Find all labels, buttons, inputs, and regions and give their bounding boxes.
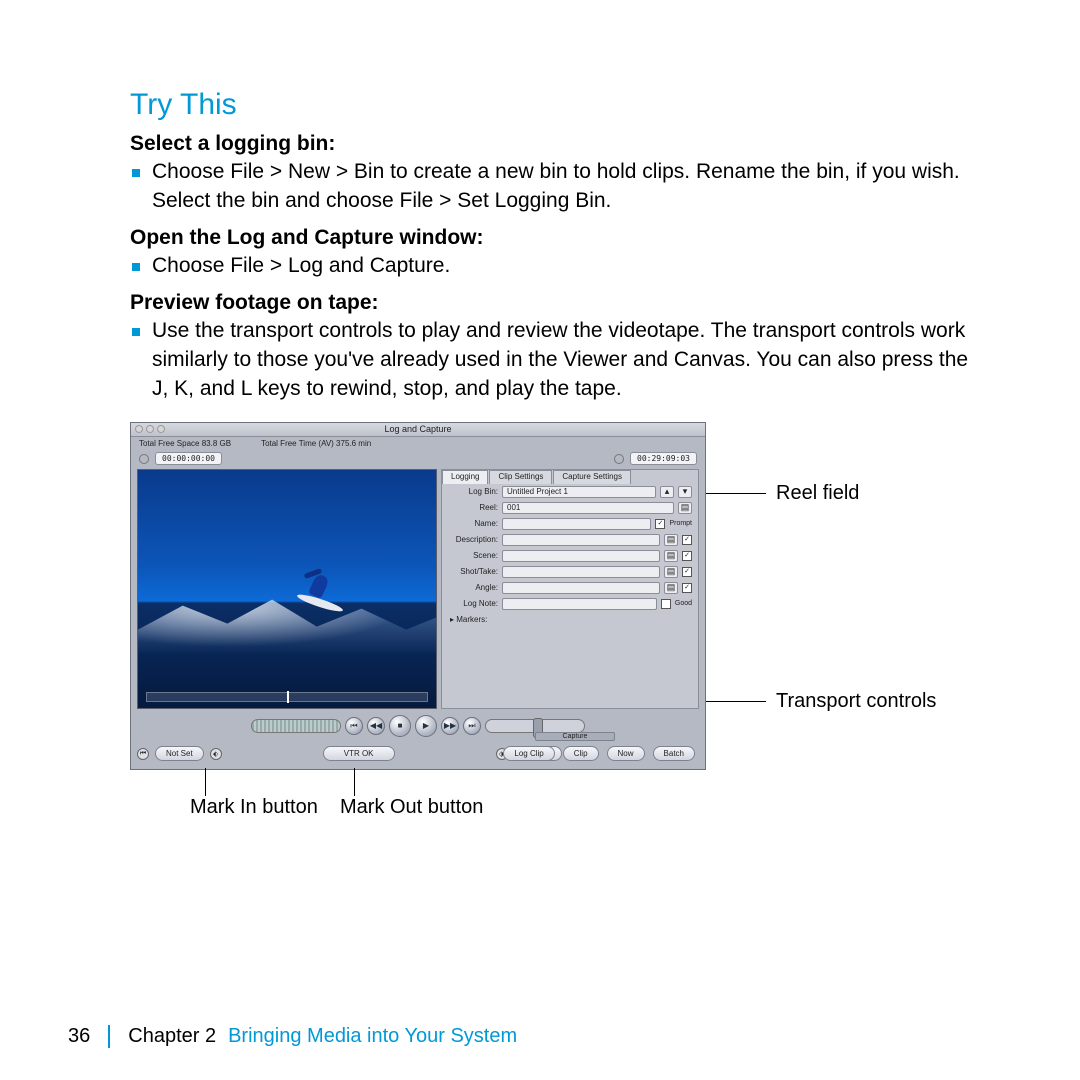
slate-icon[interactable]: ▤ [664,582,678,594]
window-title: Log and Capture [384,424,451,434]
play-button[interactable]: ▶ [415,715,437,737]
leader-mark-out [354,768,355,796]
window-titlebar: Log and Capture [131,423,705,437]
slate-icon[interactable]: ▤ [678,502,692,514]
prompt-checkbox[interactable]: ✓ [655,519,665,529]
angle-label: Angle: [448,583,498,592]
scene-field[interactable] [502,550,660,562]
log-and-capture-window: Log and Capture Total Free Space 83.8 GB… [130,422,706,770]
free-space-label: Total Free Space 83.8 GB [139,439,231,448]
reel-label: Reel: [448,503,498,512]
angle-checkbox[interactable]: ✓ [682,583,692,593]
timecode-out[interactable]: 00:29:09:03 [630,452,697,465]
shottake-label: Shot/Take: [448,567,498,576]
go-end-button[interactable]: ⏭ [463,717,481,735]
scene-checkbox[interactable]: ✓ [682,551,692,561]
callout-mark-in: Mark In button [190,796,318,819]
callout-reel-field: Reel field [706,482,859,505]
name-label: Name: [448,519,498,528]
leader-mark-in [205,768,206,796]
section-1-bullet: Choose File > New > Bin to create a new … [130,158,970,216]
log-and-capture-figure: Log and Capture Total Free Space 83.8 GB… [130,422,970,822]
go-to-in-icon[interactable]: ⏮ [137,748,149,760]
log-clip-button[interactable]: Log Clip [503,746,554,761]
description-label: Description: [448,535,498,544]
section-2-bullet: Choose File > Log and Capture. [130,252,970,281]
chapter-label: Chapter 2 [128,1025,216,1048]
fast-forward-button[interactable]: ▶▶ [441,717,459,735]
in-point-field[interactable]: Not Set [155,746,204,761]
lognote-field[interactable] [502,598,657,610]
tab-logging[interactable]: Logging [442,470,488,484]
logbin-new-icon[interactable]: ▾ [678,486,692,498]
logbin-up-icon[interactable]: ▴ [660,486,674,498]
logging-panel: Logging Clip Settings Capture Settings L… [441,469,699,709]
chapter-title: Bringing Media into Your System [228,1025,517,1048]
page-number: 36 [68,1025,110,1048]
go-start-button[interactable]: ⏮ [345,717,363,735]
shottake-checkbox[interactable]: ✓ [682,567,692,577]
clock-icon [139,454,149,464]
callout-mark-out: Mark Out button [340,796,483,819]
prompt-label: Prompt [669,520,692,527]
good-label: Good [675,600,692,607]
callout-transport-controls: Transport controls [706,690,936,713]
capture-section-label: Capture [535,732,615,741]
free-time-label: Total Free Time (AV) 375.6 min [261,439,371,448]
tab-capture-settings[interactable]: Capture Settings [553,470,631,484]
shottake-field[interactable] [502,566,660,578]
section-2-label: Open the Log and Capture window: [130,226,970,250]
name-field[interactable] [502,518,651,530]
range-bar[interactable] [146,692,428,702]
scene-label: Scene: [448,551,498,560]
window-traffic-lights[interactable] [135,425,165,433]
clock-icon [614,454,624,464]
slate-icon[interactable]: ▤ [664,566,678,578]
logbin-label: Log Bin: [448,487,498,496]
mark-in-button[interactable]: ⬖ [210,748,222,760]
angle-field[interactable] [502,582,660,594]
description-checkbox[interactable]: ✓ [682,535,692,545]
section-1-label: Select a logging bin: [130,132,970,156]
slate-icon[interactable]: ▤ [664,534,678,546]
page-footer: 36 Chapter 2 Bringing Media into Your Sy… [68,1025,517,1048]
try-this-heading: Try This [130,88,970,122]
reel-field[interactable]: 001 [502,502,674,514]
vtr-status: VTR OK [323,746,395,761]
section-3-label: Preview footage on tape: [130,291,970,315]
shuttle-control[interactable] [485,719,585,733]
capture-batch-button[interactable]: Batch [653,746,695,761]
description-field[interactable] [502,534,660,546]
preview-monitor [137,469,437,709]
jog-control[interactable] [251,719,341,733]
slate-icon[interactable]: ▤ [664,550,678,562]
capture-clip-button[interactable]: Clip [563,746,599,761]
tab-clip-settings[interactable]: Clip Settings [489,470,552,484]
logbin-field[interactable]: Untitled Project 1 [502,486,656,498]
capture-now-button[interactable]: Now [607,746,645,761]
lognote-label: Log Note: [448,599,498,608]
stop-button[interactable]: ■ [389,715,411,737]
timecode-in[interactable]: 00:00:00:00 [155,452,222,465]
surfer-graphic [302,565,342,615]
markers-disclosure[interactable]: ▸ Markers: [442,612,698,627]
rewind-button[interactable]: ◀◀ [367,717,385,735]
good-checkbox[interactable] [661,599,671,609]
section-3-bullet: Use the transport controls to play and r… [130,317,970,404]
